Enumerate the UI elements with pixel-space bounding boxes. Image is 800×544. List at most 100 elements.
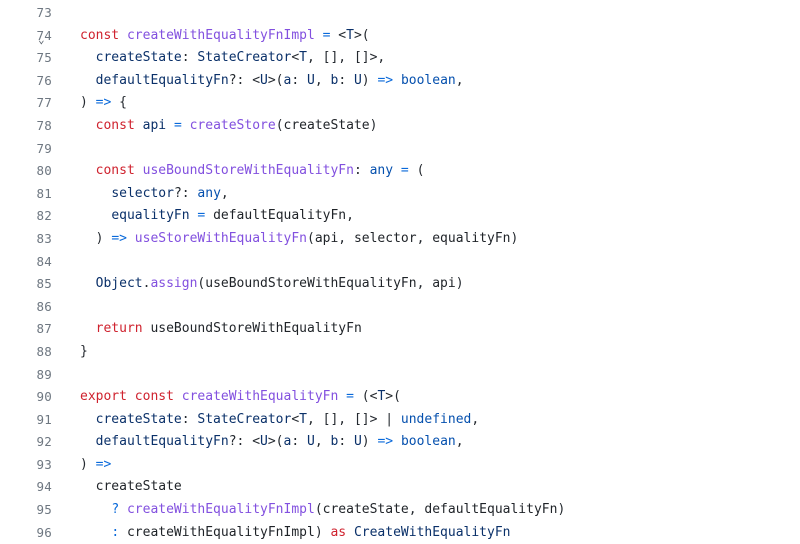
gutter[interactable]: 88 xyxy=(0,341,58,364)
gutter[interactable]: 86 xyxy=(0,296,58,319)
line-number: 79 xyxy=(37,138,52,161)
code-line[interactable]: 76 defaultEqualityFn?: <U>(a: U, b: U) =… xyxy=(0,70,800,93)
code-content[interactable]: ) => useStoreWithEqualityFn(api, selecto… xyxy=(58,228,518,251)
token-type: U xyxy=(307,434,315,449)
code-line[interactable]: 74⌄const createWithEqualityFnImpl = <T>( xyxy=(0,25,800,48)
code-content[interactable]: defaultEqualityFn?: <U>(a: U, b: U) => b… xyxy=(58,70,464,93)
gutter[interactable]: 87 xyxy=(0,318,58,341)
code-line[interactable]: 77) => { xyxy=(0,92,800,115)
gutter[interactable]: 95 xyxy=(0,499,58,522)
gutter[interactable]: 94 xyxy=(0,476,58,499)
code-line[interactable]: 89 xyxy=(0,364,800,387)
code-content[interactable]: createState xyxy=(58,476,182,499)
token-param: selector xyxy=(111,186,174,201)
token-punct: >( xyxy=(268,73,284,88)
code-line[interactable]: 87 return useBoundStoreWithEqualityFn xyxy=(0,318,800,341)
token-punct: ?: < xyxy=(229,434,260,449)
gutter[interactable]: 82 xyxy=(0,205,58,228)
code-line[interactable]: 83 ) => useStoreWithEqualityFn(api, sele… xyxy=(0,228,800,251)
gutter[interactable]: 80 xyxy=(0,160,58,183)
token-punct: : xyxy=(354,163,370,178)
gutter[interactable]: 74⌄ xyxy=(0,25,58,48)
token-plain xyxy=(80,502,111,517)
gutter[interactable]: 84 xyxy=(0,251,58,274)
code-content[interactable]: : createWithEqualityFnImpl) as CreateWit… xyxy=(58,522,511,544)
token-builtin: any xyxy=(197,186,220,201)
code-line[interactable]: 91 createState: StateCreator<T, [], []> … xyxy=(0,409,800,432)
code-content[interactable]: } xyxy=(58,341,88,364)
token-punct: , xyxy=(417,276,433,291)
code-line[interactable]: 75 createState: StateCreator<T, [], []>, xyxy=(0,47,800,70)
token-punct: ) xyxy=(511,231,519,246)
code-line[interactable]: 96 : createWithEqualityFnImpl) as Create… xyxy=(0,522,800,544)
code-content[interactable]: createState: StateCreator<T, [], []> | u… xyxy=(58,409,479,432)
gutter[interactable]: 89 xyxy=(0,364,58,387)
code-content[interactable]: equalityFn = defaultEqualityFn, xyxy=(58,205,354,228)
code-line[interactable]: 95 ? createWithEqualityFnImpl(createStat… xyxy=(0,499,800,522)
code-line[interactable]: 86 xyxy=(0,296,800,319)
gutter[interactable]: 91 xyxy=(0,409,58,432)
gutter[interactable]: 79 xyxy=(0,138,58,161)
code-line[interactable]: 90export const createWithEqualityFn = (<… xyxy=(0,386,800,409)
code-content[interactable]: const createWithEqualityFnImpl = <T>( xyxy=(58,25,370,48)
token-punct: >( xyxy=(268,434,284,449)
code-content[interactable]: selector?: any, xyxy=(58,183,229,206)
token-plain xyxy=(119,502,127,517)
code-content[interactable]: export const createWithEqualityFn = (<T>… xyxy=(58,386,401,409)
gutter[interactable]: 73 xyxy=(0,2,58,25)
code-content[interactable]: ) => { xyxy=(58,92,127,115)
code-line[interactable]: 93) => xyxy=(0,454,800,477)
token-punct: { xyxy=(119,95,127,110)
code-line[interactable]: 92 defaultEqualityFn?: <U>(a: U, b: U) =… xyxy=(0,431,800,454)
code-editor[interactable]: 7374⌄const createWithEqualityFnImpl = <T… xyxy=(0,0,800,544)
token-punct: ) xyxy=(557,502,565,517)
code-line[interactable]: 82 equalityFn = defaultEqualityFn, xyxy=(0,205,800,228)
token-punct: : xyxy=(291,434,307,449)
gutter[interactable]: 83 xyxy=(0,228,58,251)
line-number: 81 xyxy=(37,183,52,206)
code-line[interactable]: 73 xyxy=(0,2,800,25)
line-number: 73 xyxy=(37,2,52,25)
gutter[interactable]: 77 xyxy=(0,92,58,115)
code-content[interactable]: createState: StateCreator<T, [], []>, xyxy=(58,47,385,70)
token-punct: , xyxy=(417,231,433,246)
code-line[interactable]: 84 xyxy=(0,251,800,274)
code-line[interactable]: 85 Object.assign(useBoundStoreWithEquali… xyxy=(0,273,800,296)
gutter[interactable]: 96 xyxy=(0,522,58,544)
token-def: createWithEqualityFn xyxy=(182,389,339,404)
token-plain xyxy=(315,28,323,43)
gutter[interactable]: 76 xyxy=(0,70,58,93)
token-builtin: boolean xyxy=(401,73,456,88)
code-line[interactable]: 79 xyxy=(0,138,800,161)
token-punct: : xyxy=(338,434,354,449)
token-punct: ) xyxy=(362,73,378,88)
code-line[interactable]: 80 const useBoundStoreWithEqualityFn: an… xyxy=(0,160,800,183)
gutter[interactable]: 93 xyxy=(0,454,58,477)
token-plain xyxy=(393,73,401,88)
code-content[interactable]: Object.assign(useBoundStoreWithEqualityF… xyxy=(58,273,464,296)
gutter[interactable]: 90 xyxy=(0,386,58,409)
gutter[interactable]: 81 xyxy=(0,183,58,206)
token-type: T xyxy=(299,412,307,427)
token-kw: export xyxy=(80,389,127,404)
token-punct: , xyxy=(346,208,354,223)
gutter[interactable]: 75 xyxy=(0,47,58,70)
code-content[interactable]: const api = createStore(createState) xyxy=(58,115,377,138)
code-line[interactable]: 94 createState xyxy=(0,476,800,499)
code-content[interactable]: return useBoundStoreWithEqualityFn xyxy=(58,318,362,341)
gutter[interactable]: 92 xyxy=(0,431,58,454)
code-content[interactable]: ? createWithEqualityFnImpl(createState, … xyxy=(58,499,565,522)
token-plain: createState xyxy=(80,479,182,494)
gutter[interactable]: 85 xyxy=(0,273,58,296)
code-line[interactable]: 88} xyxy=(0,341,800,364)
code-line[interactable]: 78 const api = createStore(createState) xyxy=(0,115,800,138)
token-punct: , xyxy=(338,231,354,246)
code-content[interactable]: ) => xyxy=(58,454,111,477)
code-content[interactable]: const useBoundStoreWithEqualityFn: any =… xyxy=(58,160,424,183)
code-content[interactable]: defaultEqualityFn?: <U>(a: U, b: U) => b… xyxy=(58,431,464,454)
token-plain xyxy=(393,163,401,178)
code-line[interactable]: 81 selector?: any, xyxy=(0,183,800,206)
token-op: ? xyxy=(111,502,119,517)
token-plain xyxy=(135,163,143,178)
gutter[interactable]: 78 xyxy=(0,115,58,138)
